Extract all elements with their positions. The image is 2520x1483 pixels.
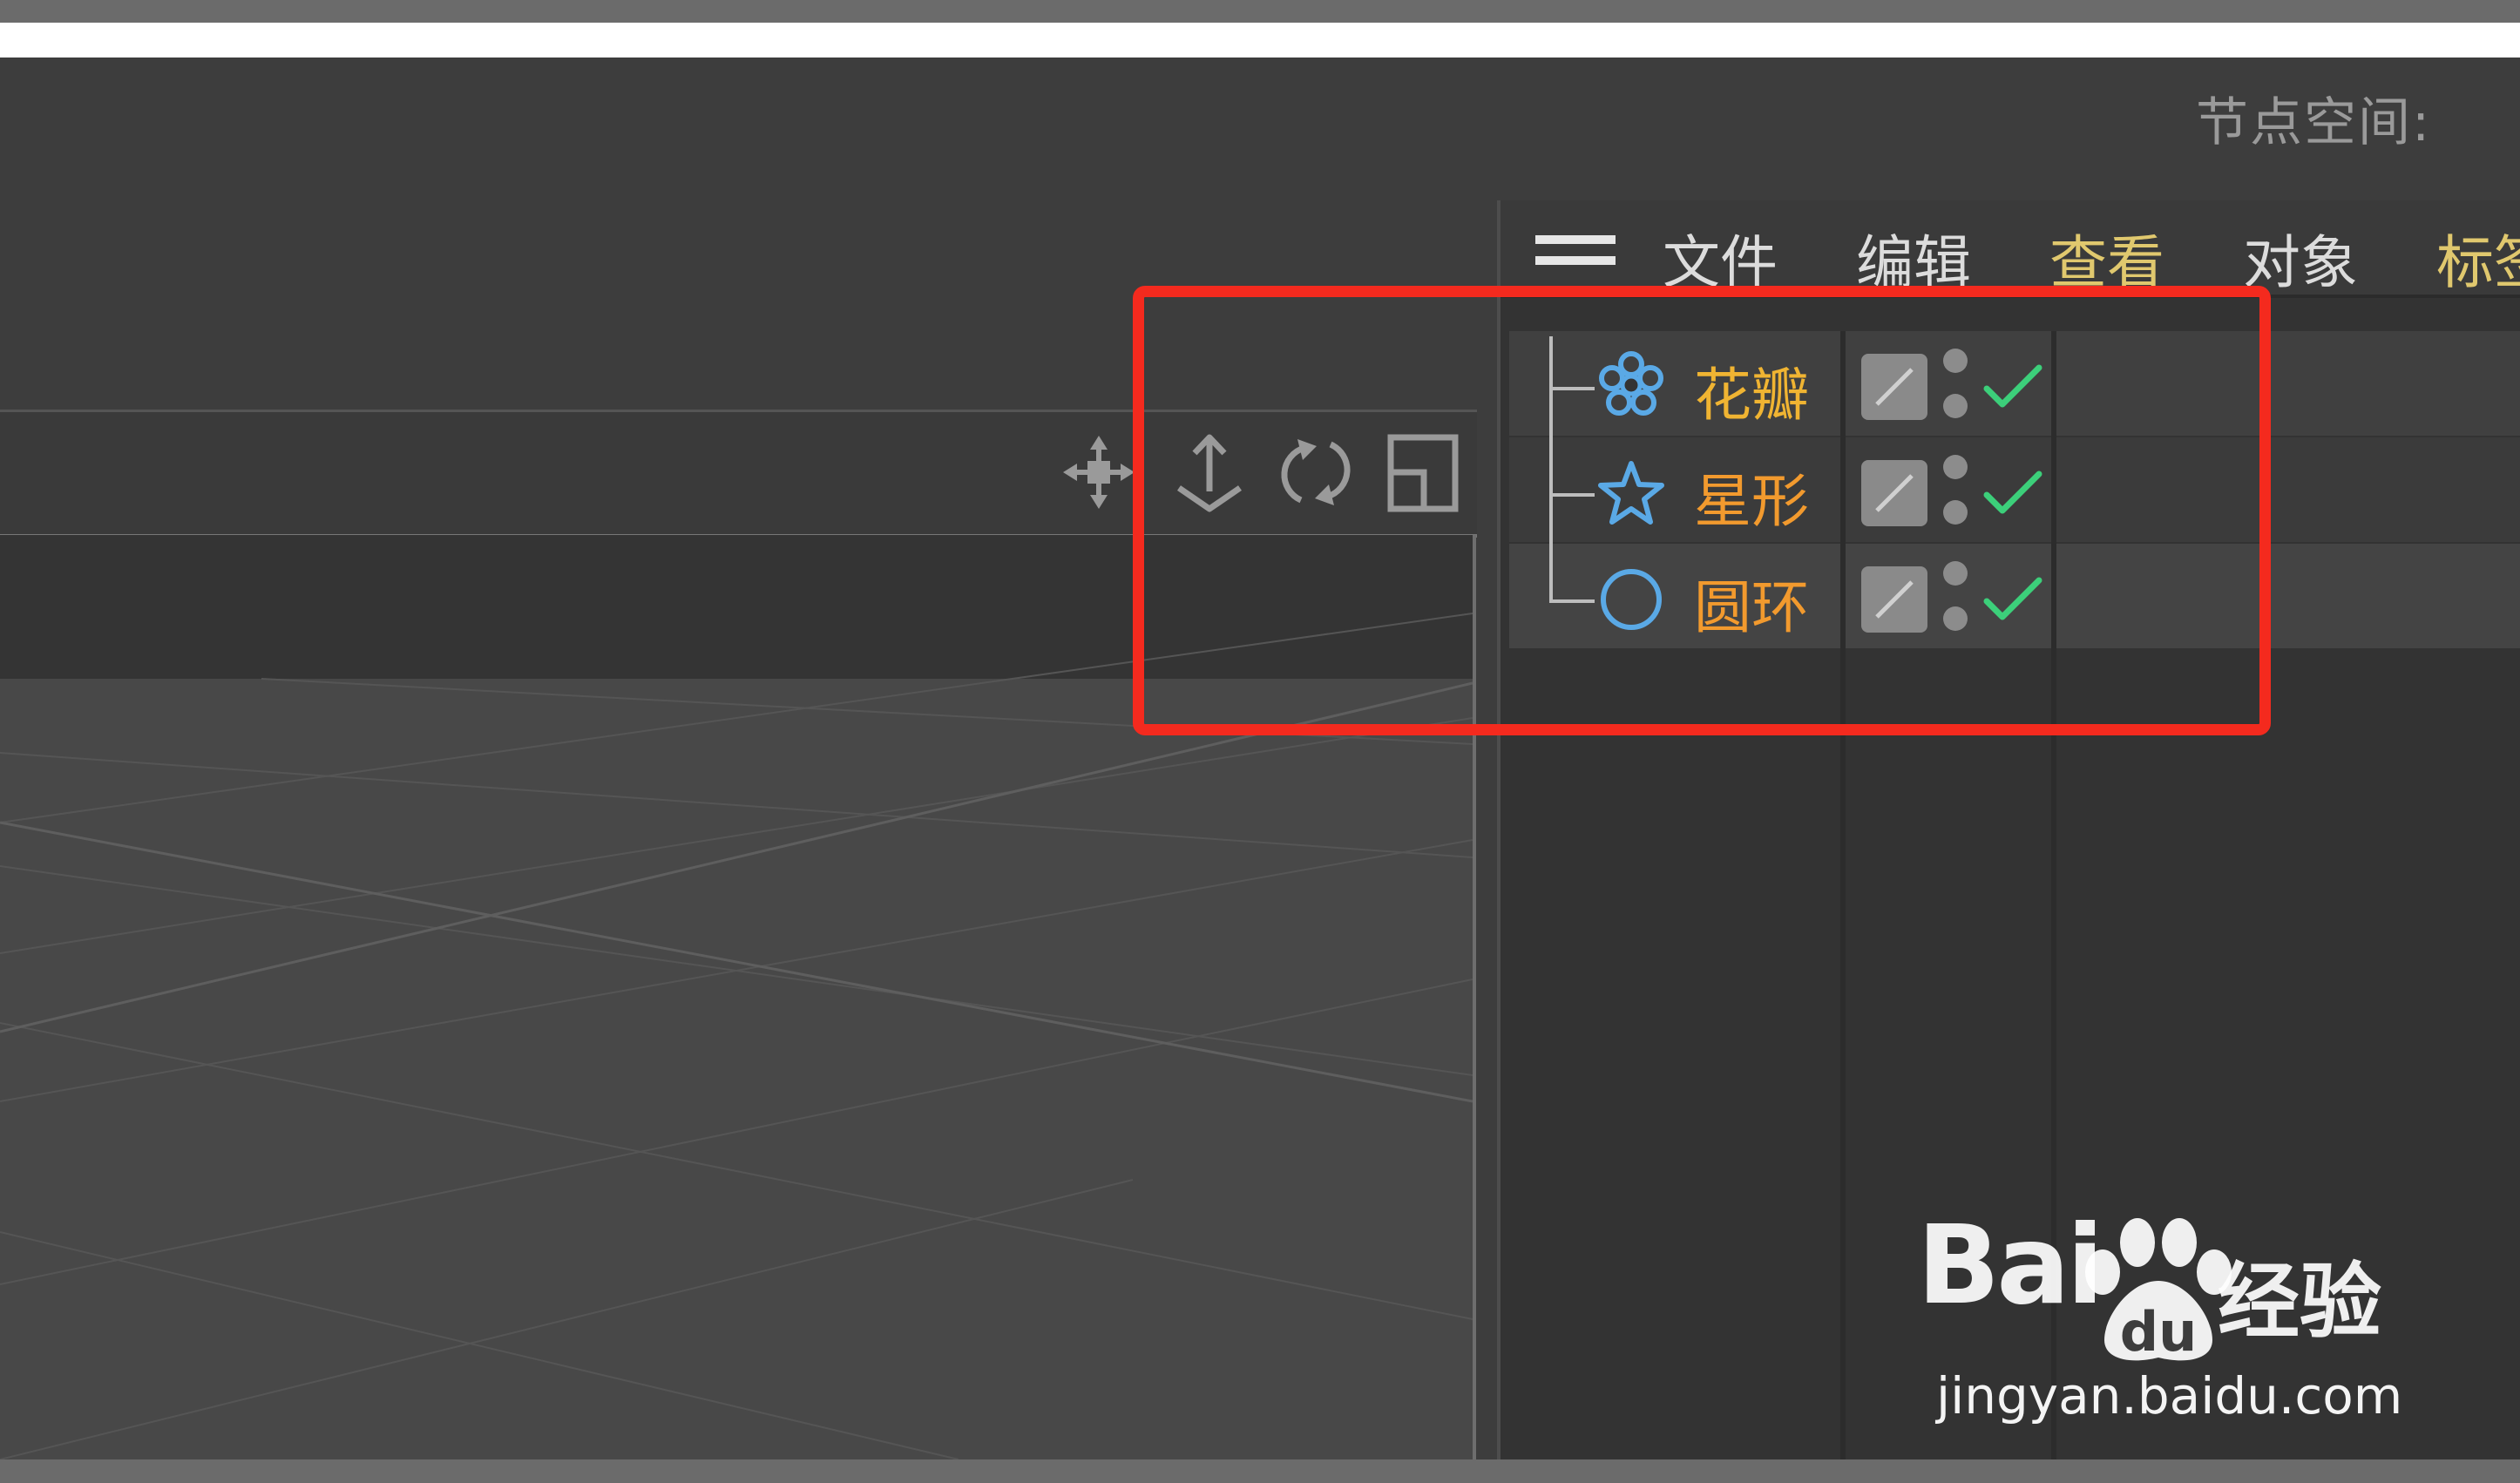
baidu-paw-icon: du bbox=[2078, 1211, 2235, 1368]
highlight-box bbox=[1133, 286, 2271, 735]
move-view-icon[interactable] bbox=[1061, 429, 1136, 516]
window-bottom-border bbox=[0, 1459, 2520, 1483]
watermark-product: 经验 bbox=[2218, 1255, 2382, 1350]
watermark-brand: Bai bbox=[1917, 1202, 2103, 1329]
hamburger-menu-icon[interactable] bbox=[1535, 235, 1616, 274]
object-manager-menubar: 文件 编辑 查看 对象 标签 bbox=[1500, 200, 2520, 298]
watermark-url: jingyan.baidu.com bbox=[1936, 1366, 2403, 1425]
menu-tags[interactable]: 标签 bbox=[2436, 216, 2520, 300]
window-top-border bbox=[0, 0, 2520, 23]
window-top-strip bbox=[0, 23, 2520, 58]
watermark-du: du bbox=[2120, 1300, 2198, 1364]
node-space-label: 节点空间: bbox=[2196, 92, 2432, 153]
